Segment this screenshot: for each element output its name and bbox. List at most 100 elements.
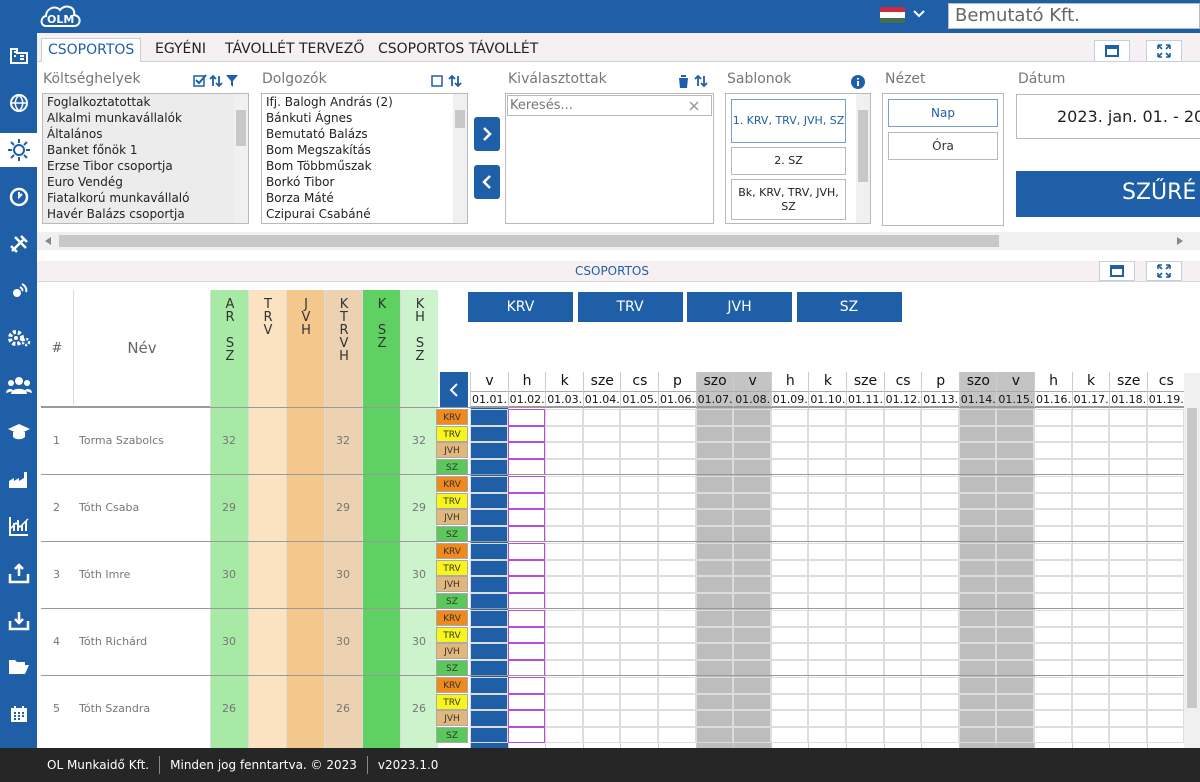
shift-cell[interactable]: [733, 659, 771, 676]
shift-cell[interactable]: [808, 492, 846, 509]
shift-cell[interactable]: [620, 442, 658, 459]
shift-cell[interactable]: [1034, 693, 1072, 710]
shift-cell[interactable]: [1109, 576, 1147, 593]
shift-cell[interactable]: [1071, 726, 1110, 743]
shift-cell[interactable]: [1109, 610, 1147, 627]
shift-cell[interactable]: [658, 559, 696, 576]
shift-cell[interactable]: [996, 409, 1034, 426]
shift-cell[interactable]: [545, 476, 583, 493]
shift-cell[interactable]: [582, 610, 621, 627]
shift-cell[interactable]: [1146, 710, 1185, 727]
shift-cell[interactable]: [808, 626, 846, 643]
shift-cell[interactable]: [921, 492, 959, 509]
shift-cell[interactable]: [921, 559, 959, 576]
shift-cell[interactable]: [770, 693, 809, 710]
shift-cell[interactable]: [808, 476, 846, 493]
shift-cell[interactable]: [883, 525, 922, 542]
shift-cell[interactable]: [996, 659, 1034, 676]
shift-cell[interactable]: [958, 409, 997, 426]
shift-cell[interactable]: [470, 476, 508, 493]
shift-cell[interactable]: [808, 425, 846, 442]
shift-cell[interactable]: [1146, 576, 1185, 593]
shift-cell[interactable]: [883, 559, 922, 576]
sort-icon[interactable]: [694, 74, 708, 88]
list-item[interactable]: Borza Máté: [262, 190, 467, 206]
shift-cell[interactable]: [1034, 659, 1072, 676]
shift-cell[interactable]: [733, 492, 771, 509]
shift-cell[interactable]: [695, 425, 734, 442]
scroll-left-icon[interactable]: [45, 237, 51, 245]
sidebar-item-inbox-down[interactable]: [0, 603, 37, 637]
shift-cell[interactable]: [770, 409, 809, 426]
shift-cell[interactable]: [770, 592, 809, 609]
expand-panel-button[interactable]: [1146, 40, 1182, 62]
shift-cell[interactable]: [620, 492, 658, 509]
shift-cell[interactable]: [1071, 659, 1110, 676]
shift-cell[interactable]: [808, 559, 846, 576]
shift-cell[interactable]: [846, 576, 884, 593]
shift-cell[interactable]: [1146, 726, 1185, 743]
shift-cell[interactable]: [582, 677, 621, 694]
shift-cell[interactable]: [996, 492, 1034, 509]
shift-cell[interactable]: [582, 543, 621, 560]
sidebar-item-clock[interactable]: [0, 180, 37, 214]
shift-cell[interactable]: [808, 543, 846, 560]
shift-cell[interactable]: [620, 693, 658, 710]
shift-cell[interactable]: [545, 693, 583, 710]
shift-cell[interactable]: [582, 576, 621, 593]
checkbox-icon[interactable]: [431, 74, 444, 87]
shift-cell[interactable]: [846, 643, 884, 660]
shift-cell[interactable]: [996, 726, 1034, 743]
shift-cell[interactable]: [1109, 409, 1147, 426]
shift-cell[interactable]: [996, 442, 1034, 459]
shift-cell[interactable]: [808, 726, 846, 743]
shift-cell[interactable]: [1109, 543, 1147, 560]
shift-cell[interactable]: [921, 710, 959, 727]
shift-cell[interactable]: [846, 476, 884, 493]
shift-cell[interactable]: [1034, 610, 1072, 627]
shift-cell[interactable]: [921, 476, 959, 493]
shift-cell[interactable]: [545, 610, 583, 627]
shift-cell[interactable]: [620, 509, 658, 526]
shift-cell[interactable]: [470, 525, 508, 542]
shift-cell[interactable]: [658, 509, 696, 526]
shift-cell[interactable]: [1146, 525, 1185, 542]
shift-cell[interactable]: [545, 592, 583, 609]
shift-cell[interactable]: [921, 726, 959, 743]
shift-cell[interactable]: [883, 693, 922, 710]
shift-cell[interactable]: [658, 677, 696, 694]
shift-cell[interactable]: [921, 525, 959, 542]
shift-cell[interactable]: [808, 643, 846, 660]
shift-cell[interactable]: [770, 543, 809, 560]
shift-cell[interactable]: [883, 677, 922, 694]
shift-cell[interactable]: [770, 710, 809, 727]
shift-cell[interactable]: [1109, 710, 1147, 727]
shift-chip-sz[interactable]: SZ: [436, 458, 468, 475]
shift-cell[interactable]: [470, 592, 508, 609]
shift-cell[interactable]: [808, 610, 846, 627]
shift-cell[interactable]: [1071, 458, 1110, 475]
list-item[interactable]: Általános: [43, 126, 248, 142]
shift-cell[interactable]: [958, 442, 997, 459]
shift-cell[interactable]: [1071, 693, 1110, 710]
shift-cell[interactable]: [545, 659, 583, 676]
shift-cell[interactable]: [545, 726, 583, 743]
shift-cell[interactable]: [1146, 409, 1185, 426]
shift-cell[interactable]: [733, 525, 771, 542]
shift-cell[interactable]: [1071, 559, 1110, 576]
shift-cell[interactable]: [958, 726, 997, 743]
minimize-panel-button[interactable]: [1094, 40, 1130, 62]
shift-cell[interactable]: [582, 559, 621, 576]
shift-cell[interactable]: [996, 543, 1034, 560]
shift-cell[interactable]: [620, 659, 658, 676]
shift-cell[interactable]: [695, 643, 734, 660]
shift-chip-krv[interactable]: KRV: [436, 543, 468, 559]
shift-cell[interactable]: [470, 626, 508, 643]
shift-cell[interactable]: [470, 726, 508, 743]
shift-cell[interactable]: [545, 626, 583, 643]
shift-cell[interactable]: [921, 626, 959, 643]
shift-cell[interactable]: [470, 409, 508, 426]
shift-cell[interactable]: [545, 509, 583, 526]
shift-cell[interactable]: [658, 525, 696, 542]
shift-cell[interactable]: [1034, 476, 1072, 493]
